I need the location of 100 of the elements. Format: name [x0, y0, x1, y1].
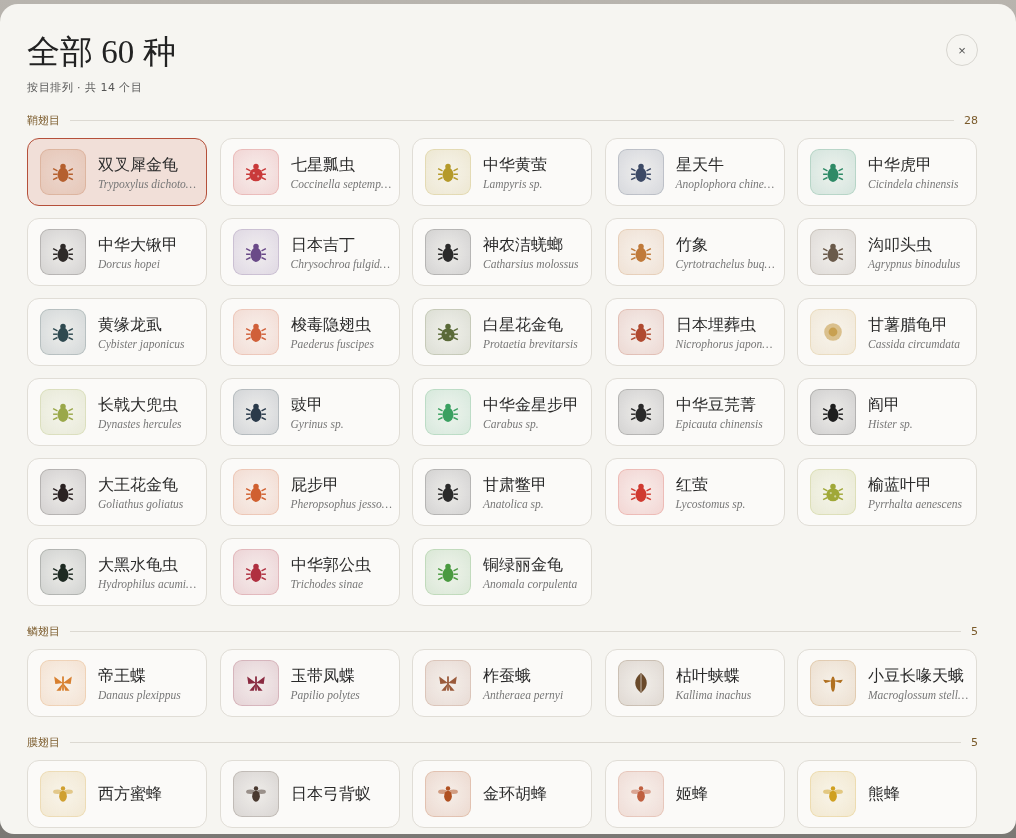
close-button[interactable]: × [946, 34, 978, 66]
latin-name: Danaus plexippus [98, 688, 181, 701]
beetle-icon [52, 241, 74, 264]
beetle-icon [244, 241, 267, 264]
ladybug-icon [244, 161, 267, 184]
beetle-icon [244, 481, 267, 504]
species-name: 阎甲 [868, 394, 901, 415]
species-card[interactable]: 屁步甲 Pheropsophus jesso… [219, 458, 400, 527]
beetle-icon [244, 321, 267, 344]
species-card[interactable]: 竹象 Cyrtotrachelus buq… [604, 218, 785, 287]
species-name: 日本吉丁 [290, 234, 356, 255]
species-card[interactable]: 七星瓢虫 Coccinella septemp… [219, 138, 400, 207]
latin-name: Hydrophilus acumi… [98, 577, 196, 590]
species-card[interactable]: 红萤 Lycostomus sp. [604, 458, 785, 527]
species-card[interactable]: 神农洁蜣螂 Catharsius molossus [412, 218, 592, 287]
species-name: 中华金星步甲 [483, 394, 579, 415]
beetle-icon [52, 561, 74, 584]
beetle-icon [629, 401, 652, 424]
species-card[interactable]: 姬蜂 [604, 760, 785, 829]
species-name: 梭毒隐翅虫 [290, 314, 372, 335]
latin-name: Papilio polytes [290, 688, 360, 701]
species-name: 枯叶蛱蝶 [675, 665, 741, 686]
species-card[interactable]: 沟叩头虫 Agrypnus binodulus [797, 218, 977, 287]
species-name: 大黑水龟虫 [98, 554, 179, 575]
latin-name: Dynastes hercules [98, 417, 182, 430]
species-card[interactable]: 熊蜂 [797, 760, 977, 829]
species-name: 小豆长喙天蛾 [868, 665, 965, 686]
modal-title: 全部 60 种 [27, 34, 176, 71]
species-card[interactable]: 黄缘龙虱 Cybister japonicus [27, 298, 207, 367]
species-card[interactable]: 榆蓝叶甲 Pyrrhalta aenescens [797, 458, 977, 527]
species-name: 日本弓背蚁 [290, 784, 371, 805]
species-card[interactable]: 西方蜜蜂 [27, 760, 207, 829]
species-name: 甘薯腊龟甲 [868, 314, 949, 335]
latin-name: Lycostomus sp. [675, 497, 746, 510]
beetle-icon [52, 401, 74, 424]
species-name: 柞蚕蛾 [483, 665, 532, 686]
species-name: 双叉犀金龟 [98, 154, 179, 175]
ladybug-icon [437, 321, 459, 344]
section-label: 膜翅目 [27, 735, 60, 751]
species-name: 沟叩头虫 [868, 234, 933, 255]
species-card[interactable]: 中华郭公虫 Trichodes sinae [219, 538, 400, 607]
species-name: 榆蓝叶甲 [868, 474, 933, 495]
species-card[interactable]: 中华黄萤 Lampyris sp. [412, 138, 592, 207]
species-card[interactable]: 白星花金龟 Protaetia brevitarsis [412, 298, 592, 367]
latin-name: Cassida circumdata [868, 337, 960, 350]
species-name: 帝王蝶 [98, 665, 147, 686]
section-label: 鳞翅目 [27, 624, 60, 640]
species-card[interactable]: 中华金星步甲 Carabus sp. [412, 378, 592, 447]
beetle-icon [52, 481, 74, 504]
species-name: 红萤 [675, 474, 709, 495]
species-card[interactable]: 玉带凤蝶 Papilio polytes [219, 649, 400, 718]
latin-name: Cyrtotrachelus buq… [675, 257, 774, 270]
subtitle: 按目排列 · 共 14 个目 [27, 80, 144, 96]
latin-name: Trypoxylus dichoto… [98, 177, 196, 190]
species-card[interactable]: 豉甲 Gyrinus sp. [219, 378, 400, 447]
beetle-icon [822, 241, 844, 264]
beetle-icon [244, 561, 267, 584]
latin-name: Anatolica sp. [483, 497, 545, 510]
species-card[interactable]: 大王花金龟 Goliathus goliatus [27, 458, 207, 527]
species-card[interactable]: 铜绿丽金龟 Anomala corpulenta [412, 538, 592, 607]
latin-name: Anoplophora chine… [675, 177, 774, 190]
species-card[interactable]: 日本埋葬虫 Nicrophorus japon… [604, 298, 785, 367]
latin-name: Cicindela chinensis [868, 177, 959, 190]
species-card[interactable]: 柞蚕蛾 Antheraea pernyi [412, 649, 592, 718]
latin-name: Dorcus hopei [98, 257, 161, 270]
species-card[interactable]: 大黑水龟虫 Hydrophilus acumi… [27, 538, 207, 607]
species-name: 中华虎甲 [868, 154, 933, 175]
latin-name: Chrysochroa fulgid… [290, 257, 389, 270]
species-card[interactable]: 双叉犀金龟 Trypoxylus dichoto… [27, 138, 207, 207]
species-card[interactable]: 中华虎甲 Cicindela chinensis [797, 138, 977, 207]
species-name: 中华郭公虫 [290, 554, 371, 575]
beetle-icon [52, 321, 74, 344]
species-name: 熊蜂 [868, 784, 900, 805]
species-name: 金环胡蜂 [483, 784, 547, 805]
latin-name: Gyrinus sp. [290, 417, 344, 430]
species-card[interactable]: 帝王蝶 Danaus plexippus [27, 649, 207, 718]
species-card[interactable]: 中华大锹甲 Dorcus hopei [27, 218, 207, 287]
species-name: 竹象 [675, 234, 709, 255]
species-card[interactable]: 日本吉丁 Chrysochroa fulgid… [219, 218, 400, 287]
species-card[interactable]: 长戟大兜虫 Dynastes hercules [27, 378, 207, 447]
species-card[interactable]: 梭毒隐翅虫 Paederus fuscipes [219, 298, 400, 367]
species-card[interactable]: 星天牛 Anoplophora chine… [604, 138, 785, 207]
species-card[interactable]: 中华豆芫菁 Epicauta chinensis [604, 378, 785, 447]
species-card[interactable]: 日本弓背蚁 [219, 760, 400, 829]
latin-name: Epicauta chinensis [675, 417, 763, 430]
species-name: 大王花金龟 [98, 474, 179, 495]
species-card[interactable]: 阎甲 Hister sp. [797, 378, 977, 447]
species-card[interactable]: 甘肃鳖甲 Anatolica sp. [412, 458, 592, 527]
beetle-icon [822, 401, 844, 424]
species-card[interactable]: 甘薯腊龟甲 Cassida circumdata [797, 298, 977, 367]
latin-name: Catharsius molossus [483, 257, 579, 270]
species-card[interactable]: 枯叶蛱蝶 Kallima inachus [604, 649, 785, 718]
latin-name: Anomala corpulenta [483, 577, 578, 590]
species-card[interactable]: 金环胡蜂 [412, 760, 592, 829]
beetle-icon [629, 161, 652, 184]
latin-name: Kallima inachus [675, 688, 752, 701]
latin-name: Nicrophorus japon… [675, 337, 773, 350]
species-card[interactable]: 小豆长喙天蛾 Macroglossum stell… [797, 649, 977, 718]
latin-name: Protaetia brevitarsis [483, 337, 578, 350]
species-name: 豉甲 [290, 394, 324, 415]
